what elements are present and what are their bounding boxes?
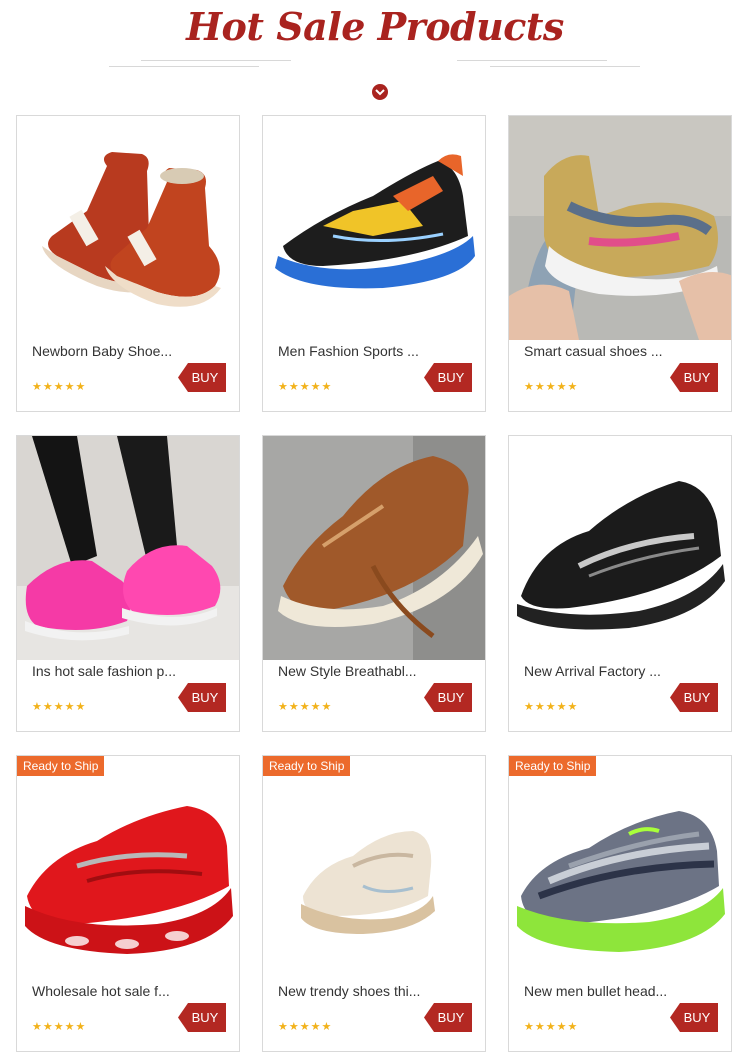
rating-stars: ★★★★★ — [524, 701, 579, 713]
product-name[interactable]: Men Fashion Sports ... — [278, 342, 428, 360]
rating-stars: ★★★★★ — [524, 381, 579, 393]
rating-stars: ★★★★★ — [32, 701, 87, 713]
buy-button[interactable]: BUY — [424, 683, 472, 712]
product-image[interactable] — [17, 756, 239, 980]
ready-to-ship-badge: Ready to Ship — [17, 756, 105, 776]
product-name[interactable]: New Arrival Factory ... — [524, 662, 674, 680]
product-card[interactable]: New Style Breathabl... ★★★★★ BUY — [262, 435, 486, 732]
ready-to-ship-badge: Ready to Ship — [509, 756, 597, 776]
product-image[interactable] — [263, 116, 485, 340]
product-image[interactable] — [509, 116, 731, 340]
title-divider-left-upper — [141, 60, 291, 61]
product-card[interactable]: Ready to Ship Wholesale hot sale f... ★★… — [16, 755, 240, 1052]
product-card[interactable]: Men Fashion Sports ... ★★★★★ BUY — [262, 115, 486, 412]
buy-button[interactable]: BUY — [670, 683, 718, 712]
product-image[interactable] — [17, 436, 239, 660]
rating-stars: ★★★★★ — [32, 381, 87, 393]
product-image[interactable] — [263, 436, 485, 660]
product-name[interactable]: New trendy shoes thi... — [278, 982, 428, 1000]
product-card[interactable]: Ready to Ship New trendy shoes thi... ★★… — [262, 755, 486, 1052]
ready-to-ship-badge: Ready to Ship — [263, 756, 351, 776]
section-header: Hot Sale Products — [0, 0, 750, 110]
chevron-down-icon[interactable] — [372, 84, 388, 100]
product-card[interactable]: Smart casual shoes ... ★★★★★ BUY — [508, 115, 732, 412]
rating-stars: ★★★★★ — [278, 701, 333, 713]
product-card[interactable]: New Arrival Factory ... ★★★★★ BUY — [508, 435, 732, 732]
product-name[interactable]: Ins hot sale fashion p... — [32, 662, 182, 680]
product-name[interactable]: New men bullet head... — [524, 982, 674, 1000]
product-image[interactable] — [263, 756, 485, 980]
product-name[interactable]: Smart casual shoes ... — [524, 342, 674, 360]
rating-stars: ★★★★★ — [32, 1021, 87, 1033]
title-divider-right-lower — [490, 66, 640, 67]
product-card[interactable]: Newborn Baby Shoe... ★★★★★ BUY — [16, 115, 240, 412]
product-image[interactable] — [509, 756, 731, 980]
title-divider-right-upper — [457, 60, 607, 61]
product-card[interactable]: Ins hot sale fashion p... ★★★★★ BUY — [16, 435, 240, 732]
product-name[interactable]: Newborn Baby Shoe... — [32, 342, 182, 360]
buy-button[interactable]: BUY — [178, 363, 226, 392]
buy-button[interactable]: BUY — [670, 1003, 718, 1032]
rating-stars: ★★★★★ — [278, 381, 333, 393]
product-name[interactable]: Wholesale hot sale f... — [32, 982, 182, 1000]
rating-stars: ★★★★★ — [524, 1021, 579, 1033]
section-title: Hot Sale Products — [186, 4, 564, 49]
product-image[interactable] — [17, 116, 239, 340]
title-divider-left-lower — [109, 66, 259, 67]
buy-button[interactable]: BUY — [178, 683, 226, 712]
product-name[interactable]: New Style Breathabl... — [278, 662, 428, 680]
buy-button[interactable]: BUY — [424, 1003, 472, 1032]
buy-button[interactable]: BUY — [670, 363, 718, 392]
buy-button[interactable]: BUY — [178, 1003, 226, 1032]
product-image[interactable] — [509, 436, 731, 660]
product-card[interactable]: Ready to Ship New men bullet head... ★★★… — [508, 755, 732, 1052]
rating-stars: ★★★★★ — [278, 1021, 333, 1033]
buy-button[interactable]: BUY — [424, 363, 472, 392]
